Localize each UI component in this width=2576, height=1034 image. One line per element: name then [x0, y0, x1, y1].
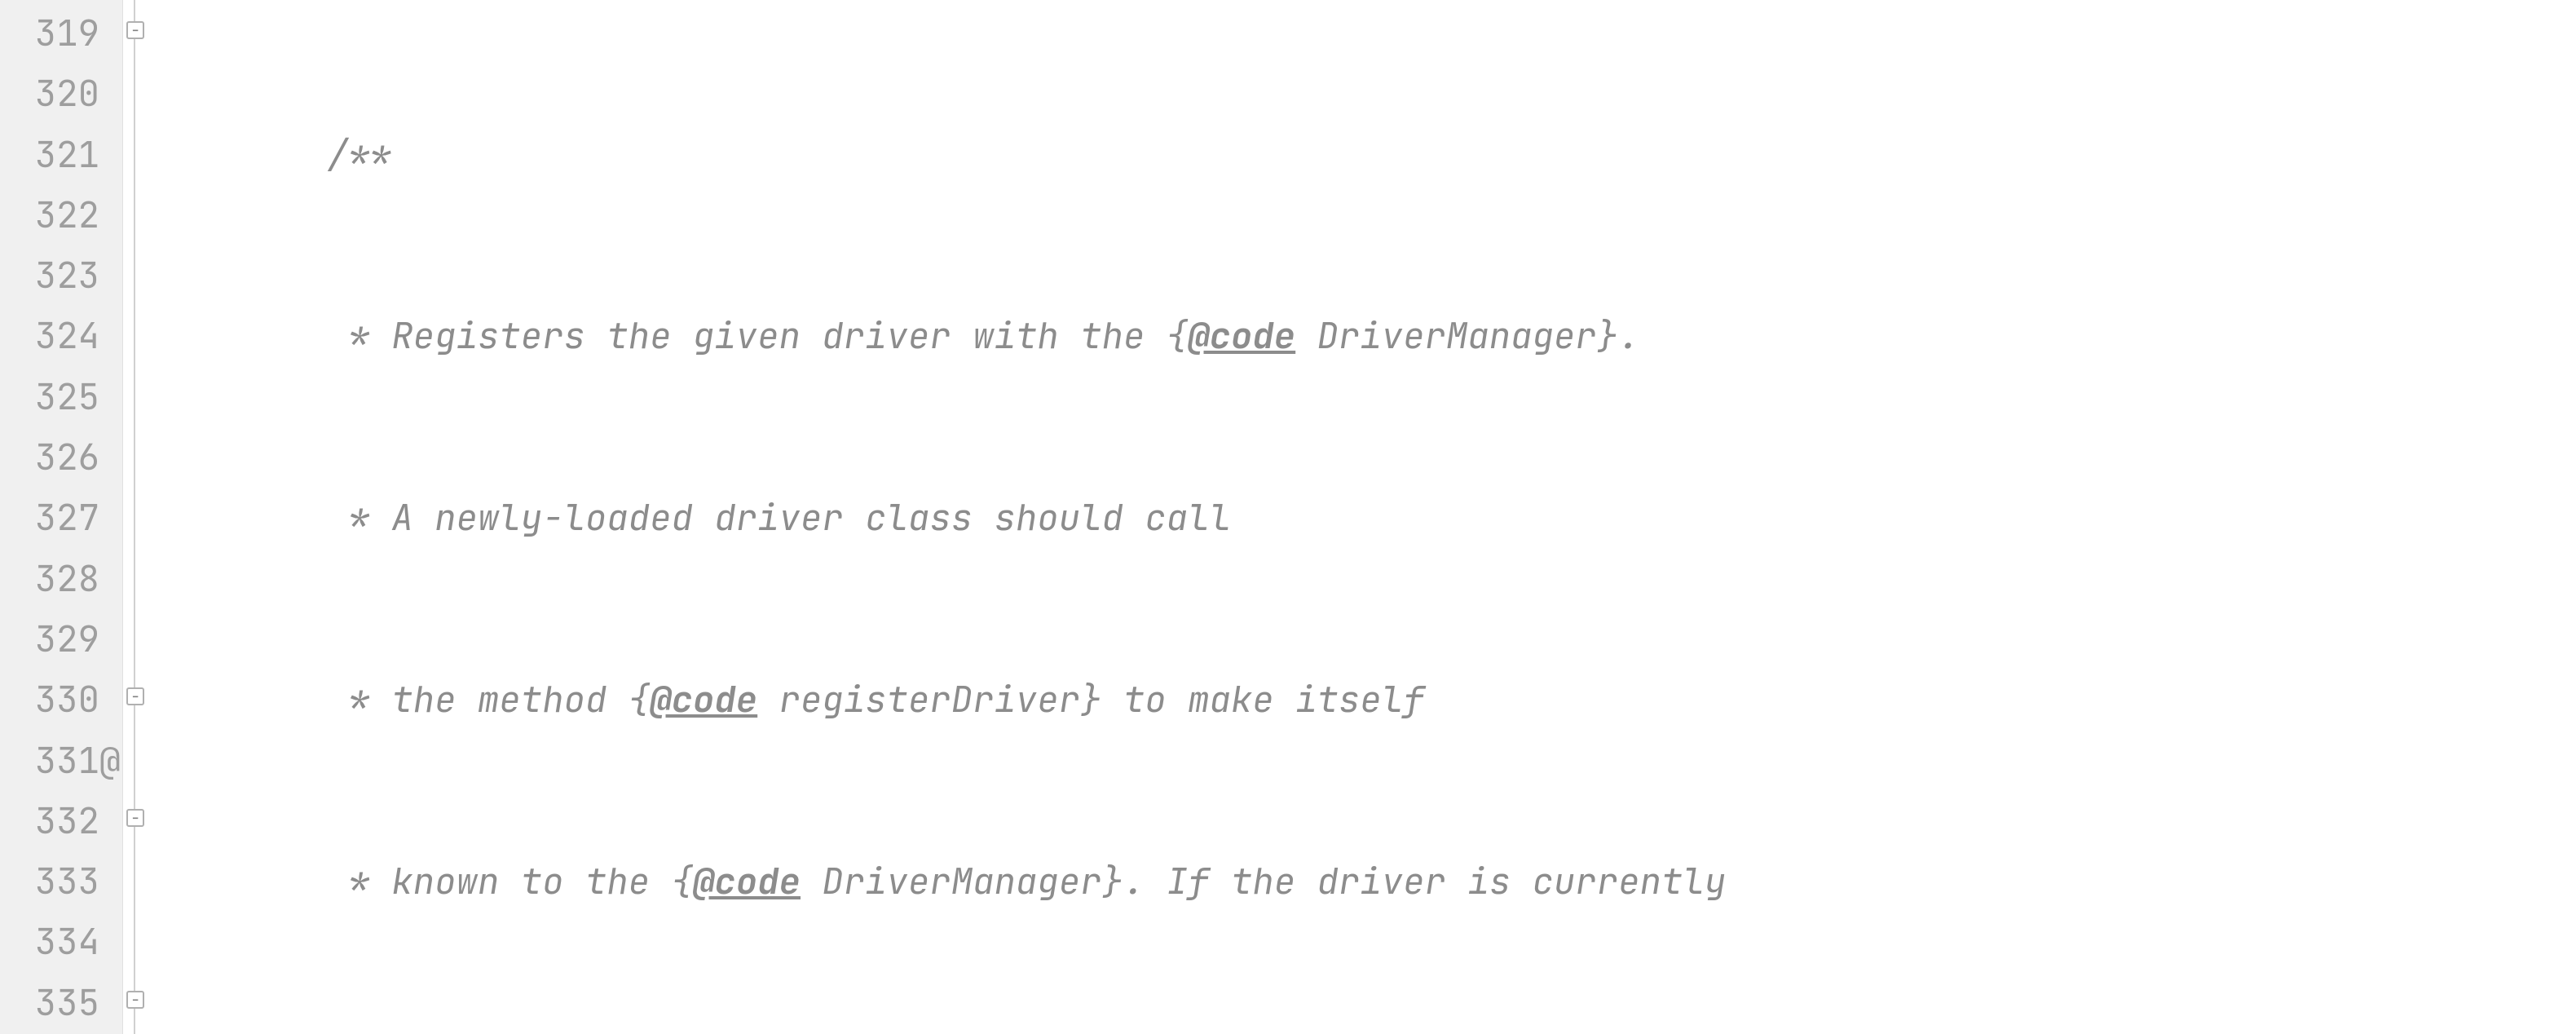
javadoc-text: DriverManager}. If the driver is current…: [801, 858, 1726, 905]
line-number[interactable]: 334: [0, 912, 99, 972]
javadoc-text: * Registers the given driver with the {: [327, 312, 1188, 360]
indent: [155, 312, 327, 360]
line-number[interactable]: 335: [0, 973, 99, 1033]
code-line[interactable]: /**: [155, 125, 2576, 185]
line-number[interactable]: 323: [0, 245, 99, 306]
javadoc-tag: @code: [693, 858, 801, 905]
indent: [155, 676, 327, 723]
javadoc-open: /**: [327, 131, 391, 179]
line-number[interactable]: 332: [0, 791, 99, 851]
fold-toggle-icon[interactable]: −: [126, 21, 144, 39]
code-line[interactable]: * A newly-loaded driver class should cal…: [155, 488, 2576, 548]
code-editor: 319 320 321 322 323 324 325 326 327 328 …: [0, 0, 2576, 1034]
indent: [155, 131, 327, 179]
indent: [155, 494, 327, 541]
line-number-text: 331: [35, 737, 99, 784]
fold-guide-line: [134, 0, 135, 1034]
line-number[interactable]: 324: [0, 306, 99, 366]
code-area[interactable]: /** * Registers the given driver with th…: [147, 0, 2576, 1034]
line-number[interactable]: 331 @: [0, 731, 99, 791]
fold-gutter: − − − −: [122, 0, 147, 1034]
javadoc-text: * known to the {: [327, 858, 693, 905]
code-line[interactable]: * the method {@code registerDriver} to m…: [155, 669, 2576, 730]
line-number[interactable]: 326: [0, 427, 99, 488]
fold-toggle-icon[interactable]: −: [126, 991, 144, 1009]
fold-toggle-icon[interactable]: −: [126, 687, 144, 705]
javadoc-text: DriverManager}.: [1295, 312, 1639, 360]
fold-toggle-icon[interactable]: −: [126, 809, 144, 827]
line-number[interactable]: 328: [0, 549, 99, 609]
code-line[interactable]: * known to the {@code DriverManager}. If…: [155, 851, 2576, 912]
indent: [155, 858, 327, 905]
line-number[interactable]: 319: [0, 3, 99, 64]
line-number[interactable]: 322: [0, 185, 99, 245]
javadoc-text: * the method {: [327, 676, 650, 723]
line-number[interactable]: 321: [0, 125, 99, 185]
gutter-annotation-icon[interactable]: @: [99, 731, 121, 791]
line-number[interactable]: 325: [0, 367, 99, 427]
line-number[interactable]: 329: [0, 609, 99, 669]
javadoc-text: registerDriver} to make itself: [757, 676, 1424, 723]
code-line[interactable]: * Registers the given driver with the {@…: [155, 306, 2576, 366]
line-number[interactable]: 333: [0, 851, 99, 912]
javadoc-tag: @code: [650, 676, 757, 723]
javadoc-text: * A newly-loaded driver class should cal…: [327, 494, 1231, 541]
line-number[interactable]: 327: [0, 488, 99, 548]
line-number-gutter: 319 320 321 322 323 324 325 326 327 328 …: [0, 0, 122, 1034]
line-number[interactable]: 320: [0, 64, 99, 124]
javadoc-tag: @code: [1188, 312, 1295, 360]
line-number[interactable]: 330: [0, 669, 99, 730]
